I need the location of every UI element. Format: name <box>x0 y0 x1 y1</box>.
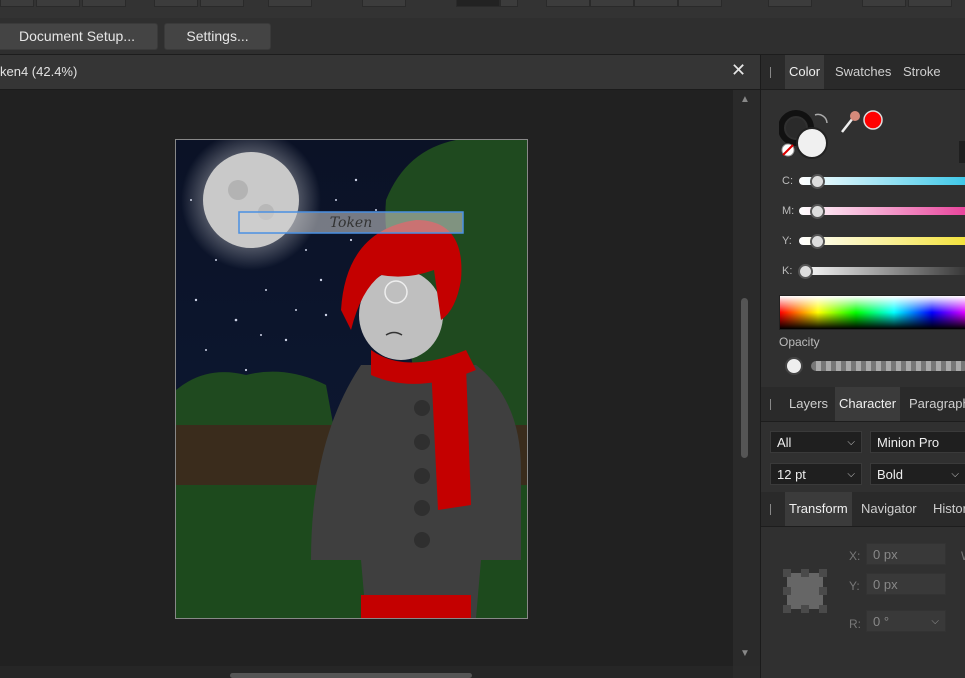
slider-label-m: M: <box>782 205 795 217</box>
artwork-illustration: Token <box>176 140 527 618</box>
fill-stroke-well[interactable] <box>779 109 833 161</box>
y-position-field[interactable]: 0 px <box>866 573 946 595</box>
vertical-scrollbar[interactable]: ▲ ▼ <box>733 90 760 666</box>
studio-panel: Color Swatches Stroke C: M: Y: K: Opacit… <box>760 55 965 678</box>
character-scope-select[interactable]: All ⌵ <box>770 431 862 453</box>
opacity-slider-knob[interactable] <box>785 357 803 375</box>
toolbar-button[interactable] <box>82 0 126 7</box>
panel-grip[interactable] <box>770 504 771 515</box>
opacity-label: Opacity <box>779 335 820 349</box>
r-label: R: <box>849 617 861 631</box>
toolbar-button[interactable] <box>362 0 406 7</box>
chevron-down-icon: ⌵ <box>847 469 855 480</box>
tab-character[interactable]: Character <box>835 387 901 421</box>
settings-button[interactable]: Settings... <box>164 23 271 50</box>
scroll-down-icon[interactable]: ▼ <box>740 648 750 659</box>
magenta-slider-knob[interactable] <box>810 204 825 219</box>
toolbar-button[interactable] <box>36 0 80 7</box>
pants <box>361 595 471 618</box>
close-icon[interactable]: ✕ <box>731 60 746 81</box>
rotation-field[interactable]: 0 ° ⌵ <box>866 610 946 632</box>
font-style-select[interactable]: Bold ⌵ <box>870 463 965 485</box>
chevron-down-icon: ⌵ <box>847 437 855 448</box>
document-title: ken4 (42.4%) <box>0 64 78 79</box>
color-picker-icon[interactable] <box>839 109 885 135</box>
slider-label-k: K: <box>782 265 793 277</box>
toolbar-button[interactable] <box>590 0 634 7</box>
document-setup-button[interactable]: Document Setup... <box>0 23 158 50</box>
black-slider-knob[interactable] <box>798 264 813 279</box>
toolbar-button[interactable] <box>200 0 244 7</box>
tab-stroke[interactable]: Stroke <box>899 55 945 89</box>
panel-grip[interactable] <box>770 67 771 78</box>
chevron-down-icon: ⌵ <box>951 469 959 480</box>
text-frame-content: Token <box>330 215 372 231</box>
toolbar-button[interactable] <box>862 0 906 7</box>
horizontal-scrollbar[interactable] <box>0 666 733 678</box>
yellow-slider-knob[interactable] <box>810 234 825 249</box>
toolbar-button[interactable] <box>268 0 312 7</box>
tab-layers[interactable]: Layers <box>785 387 832 421</box>
cyan-slider-knob[interactable] <box>810 174 825 189</box>
picked-color-swatch <box>863 110 883 130</box>
toolbar-button[interactable] <box>908 0 952 7</box>
tab-history[interactable]: History <box>929 492 965 526</box>
anchor-point-icon[interactable] <box>781 567 829 615</box>
toolbar-button[interactable] <box>154 0 198 7</box>
color-panel-tabs: Color Swatches Stroke <box>761 55 965 90</box>
tab-paragraph[interactable]: Paragraph <box>905 387 965 421</box>
top-toolbar <box>0 0 965 19</box>
toolbar-button[interactable] <box>768 0 812 7</box>
slider-label-c: C: <box>782 175 793 187</box>
panel-grip[interactable] <box>770 399 771 410</box>
character-panel-tabs: Layers Character Paragraph <box>761 387 965 422</box>
black-slider-track[interactable] <box>799 267 965 275</box>
document-tab[interactable]: ken4 (42.4%) ✕ <box>0 55 760 90</box>
slider-label-y: Y: <box>782 235 792 247</box>
vertical-scroll-thumb[interactable] <box>741 298 748 458</box>
toolbar-button[interactable] <box>678 0 722 7</box>
tab-navigator[interactable]: Navigator <box>857 492 921 526</box>
font-family-select[interactable]: Minion Pro <box>870 431 965 453</box>
horizontal-scroll-thumb[interactable] <box>230 673 472 678</box>
x-position-field[interactable]: 0 px <box>866 543 946 565</box>
toolbar-button[interactable] <box>456 0 500 7</box>
transform-panel-tabs: Transform Navigator History <box>761 492 965 527</box>
color-spectrum[interactable] <box>779 295 965 330</box>
x-label: X: <box>849 549 861 563</box>
scroll-up-icon[interactable]: ▲ <box>740 94 750 105</box>
tab-color[interactable]: Color <box>785 55 825 89</box>
opacity-slider-track[interactable] <box>811 361 965 371</box>
tab-transform[interactable]: Transform <box>785 492 852 526</box>
chevron-down-icon: ⌵ <box>931 616 939 627</box>
y-label: Y: <box>849 579 860 593</box>
font-size-select[interactable]: 12 pt ⌵ <box>770 463 862 485</box>
toolbar-button[interactable] <box>546 0 590 7</box>
toolbar-button[interactable] <box>0 0 34 7</box>
tab-swatches[interactable]: Swatches <box>831 55 895 89</box>
toolbar-button[interactable] <box>500 0 518 7</box>
toolbar-button[interactable] <box>634 0 678 7</box>
artboard[interactable]: Token <box>175 139 528 619</box>
w-label: W <box>961 549 965 563</box>
panel-edge-control[interactable] <box>959 141 965 163</box>
scarf-tail <box>431 365 471 510</box>
context-toolbar: Document Setup... Settings... <box>0 18 965 55</box>
